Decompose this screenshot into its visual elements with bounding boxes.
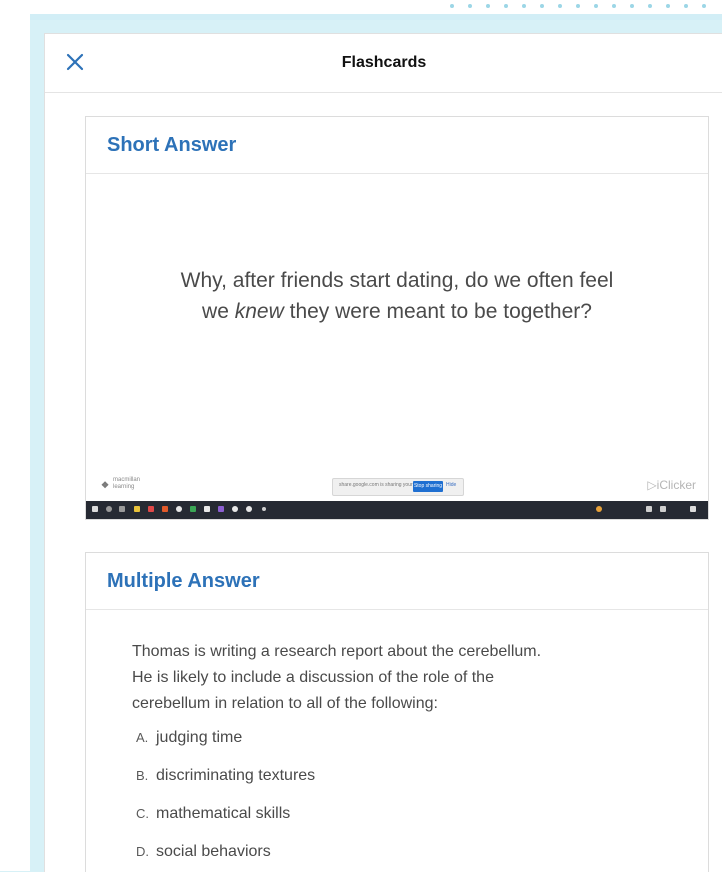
question-line: He is likely to include a discussion of … [132, 669, 494, 686]
iclicker-brand: ▷iClicker [647, 478, 696, 492]
taskbar-app-icon [262, 507, 266, 511]
answer-option: C. mathematical skills [136, 805, 656, 843]
brand-label: iClicker [656, 478, 696, 492]
panel-header: Flashcards [45, 34, 722, 93]
taskbar-app-icon [204, 506, 210, 512]
question-line: cerebellum in relation to all of the fol… [132, 695, 438, 712]
taskbar-app-icon [190, 506, 196, 512]
notification-icon [690, 506, 696, 512]
frame-border [30, 14, 722, 20]
stop-sharing-label: Stop sharing [413, 483, 443, 489]
question-line: Why, after friends start dating, do we o… [180, 269, 614, 292]
taskbar-app-icon [218, 506, 224, 512]
logo-text: macmillan learning [113, 477, 141, 490]
question-word: they were meant to be together? [289, 300, 592, 323]
tray-icon [596, 506, 602, 512]
card-header: Multiple Answer [86, 553, 708, 610]
decorative-dots [448, 4, 722, 14]
taskbar-app-icon [176, 506, 182, 512]
background-left [0, 0, 30, 871]
question-word: we [202, 300, 229, 323]
flashcards-panel: Flashcards Short Answer Why, after frien… [44, 33, 722, 872]
card-question: Thomas is writing a research report abou… [132, 639, 652, 717]
answer-options: A. judging time B. discriminating textur… [136, 729, 656, 872]
card-type-label: Short Answer [107, 134, 237, 156]
macmillan-logo: ❖ macmillan learning [101, 476, 171, 496]
hide-button[interactable]: Hide [446, 482, 456, 488]
option-text: social behaviors [156, 843, 271, 860]
stop-sharing-button[interactable]: Stop sharing [413, 481, 443, 492]
question-line: Thomas is writing a research report abou… [132, 643, 542, 660]
option-text: discriminating textures [156, 767, 316, 784]
answer-option: D. social behaviors [136, 843, 656, 872]
option-letter: C. [136, 806, 149, 821]
slide-footer: ❖ macmillan learning share.google.com is… [86, 474, 708, 500]
taskbar-app-icon [246, 506, 252, 512]
option-text: mathematical skills [156, 805, 291, 822]
taskbar-app-icon [134, 506, 140, 512]
taskbar-app-icon [232, 506, 238, 512]
tray-icon [660, 506, 666, 512]
option-text: judging time [156, 729, 243, 746]
close-button[interactable] [63, 50, 87, 74]
card-type-label: Multiple Answer [107, 570, 260, 592]
answer-option: B. discriminating textures [136, 767, 656, 805]
page-title: Flashcards [341, 54, 427, 71]
option-letter: D. [136, 844, 149, 859]
card-header: Short Answer [86, 117, 708, 174]
logo-icon: ❖ [101, 480, 110, 490]
answer-option: A. judging time [136, 729, 656, 767]
screen-share-bar: share.google.com is sharing your screen … [332, 478, 464, 496]
flashcard-multiple-answer[interactable]: Multiple Answer Thomas is writing a rese… [85, 552, 709, 872]
flashcard-short-answer[interactable]: Short Answer Why, after friends start da… [85, 116, 709, 520]
question-emphasis: knew [234, 300, 284, 323]
option-letter: A. [136, 730, 149, 745]
card-question: Why, after friends start dating, do we o… [86, 265, 708, 327]
taskbar [86, 501, 708, 519]
search-icon [106, 506, 112, 512]
taskview-icon [119, 506, 125, 512]
option-letter: B. [136, 768, 149, 783]
tray-icon [646, 506, 652, 512]
taskbar-app-icon [162, 506, 168, 512]
close-icon [66, 53, 84, 71]
start-icon [92, 506, 98, 512]
question-line: we knew they were meant to be together? [86, 296, 708, 327]
taskbar-app-icon [148, 506, 154, 512]
